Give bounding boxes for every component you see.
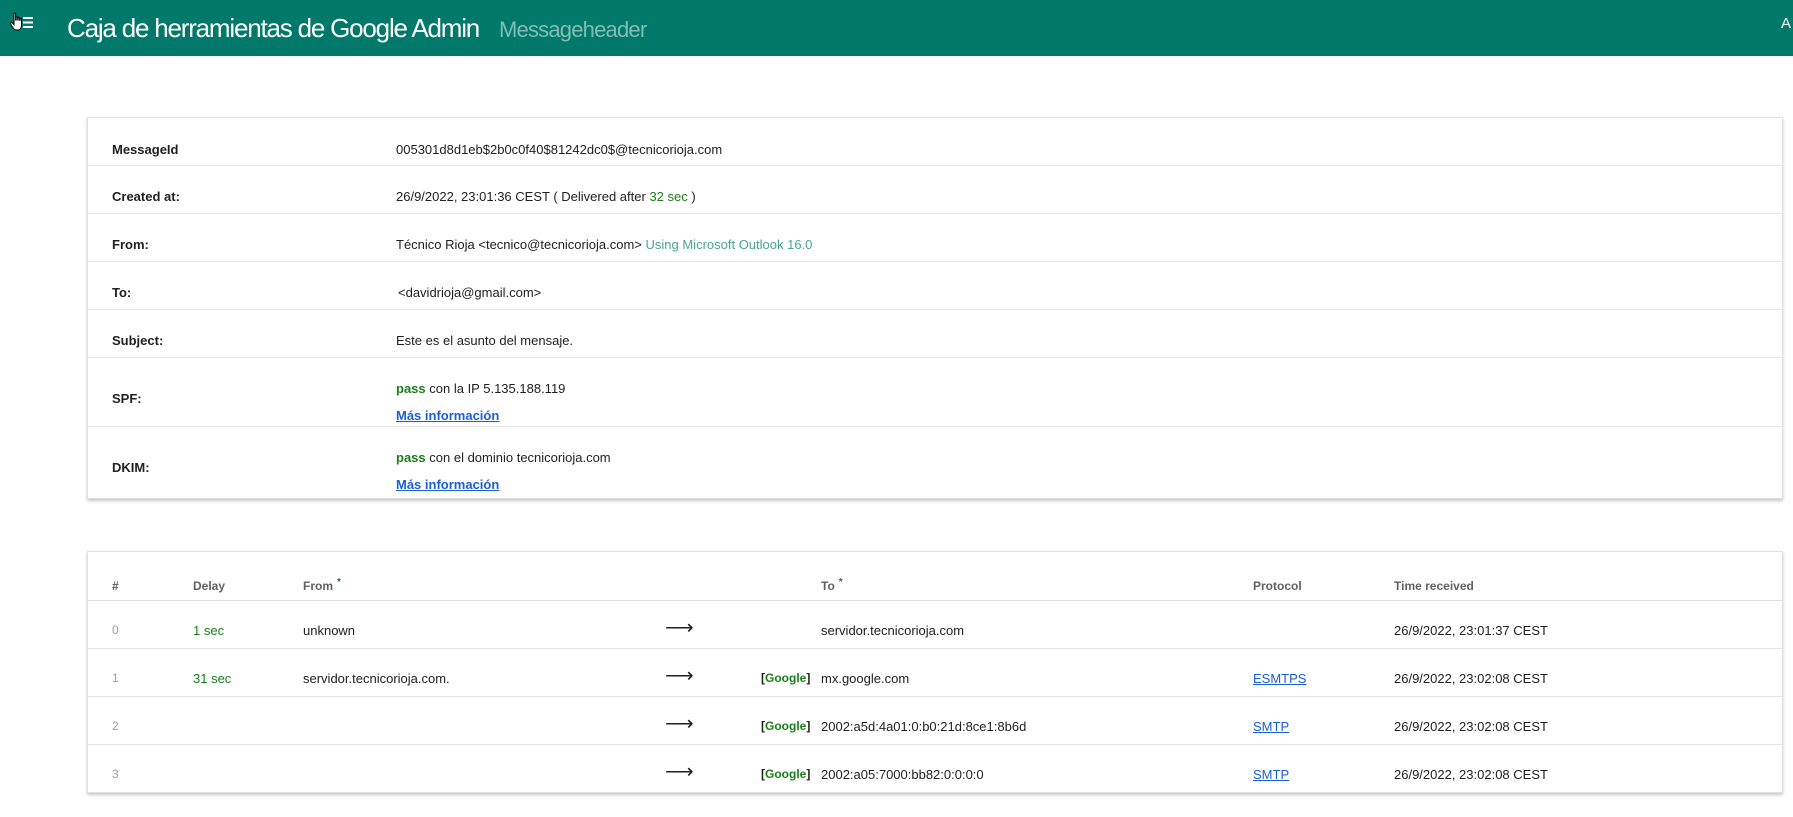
google-tag-label: Google [765, 767, 807, 781]
detail-row-dkim: DKIM: pass con el dominio tecnicorioja.c… [88, 427, 1782, 497]
dkim-result: pass [396, 450, 426, 465]
delivered-prefix: ( Delivered after [553, 189, 646, 204]
col-header-num: # [112, 579, 119, 593]
top-right-label[interactable]: A [1781, 15, 1791, 32]
top-app-bar: Caja de herramientas de Google Admin Mes… [0, 0, 1793, 56]
mail-client: Using Microsoft Outlook 16.0 [645, 237, 813, 252]
col-header-from-label: From [303, 579, 333, 593]
subject-value: Este es el asunto del mensaje. [396, 333, 574, 348]
created-at-value: 26/9/2022, 23:01:36 CEST ( Delivered aft… [396, 189, 696, 204]
to-value: <davidrioja@gmail.com> [398, 285, 542, 300]
table-row: 1 31 sec servidor.tecnicorioja.com. ⟶ [Googl… [88, 649, 1782, 697]
spf-detail: con la IP 5.135.188.119 [429, 381, 566, 396]
required-star: * [337, 577, 341, 588]
hamburger-menu-icon [9, 12, 33, 31]
required-star: * [838, 577, 843, 588]
hop-from: unknown [303, 623, 356, 638]
detail-row-spf: SPF: pass con la IP 5.135.188.119 Más in… [88, 358, 1782, 427]
hop-to: 2002:a5d:4a01:0:b0:21d:8ce1:8b6d [821, 719, 1027, 734]
hop-protocol-link[interactable]: SMTP [1253, 719, 1289, 734]
hop-time-received: 26/9/2022, 23:02:08 CEST [1394, 671, 1548, 686]
hop-protocol-link[interactable]: SMTP [1253, 767, 1289, 782]
col-header-from: From * [303, 577, 341, 593]
created-at-date: 26/9/2022, 23:01:36 CEST [396, 189, 550, 204]
hop-time-received: 26/9/2022, 23:02:08 CEST [1394, 767, 1548, 782]
from-label: From: [112, 237, 149, 252]
google-tag-close: ] [806, 671, 811, 685]
dkim-label: DKIM: [112, 460, 150, 475]
hop-to: mx.google.com [821, 671, 910, 686]
spf-label: SPF: [112, 391, 142, 406]
right-arrow-icon: ⟶ [665, 761, 694, 783]
google-tag: [Google] [761, 767, 810, 781]
delivered-time: 32 sec [649, 189, 688, 204]
hop-number: 2 [112, 719, 119, 733]
google-tag-label: Google [765, 719, 807, 733]
table-row: 0 1 sec unknown ⟶ servidor.tecnicorioja.com 2… [88, 601, 1782, 649]
hop-number: 0 [112, 623, 119, 637]
hop-number: 1 [112, 671, 119, 685]
app-title: Caja de herramientas de Google Admin [67, 13, 480, 43]
detail-row-subject: Subject: Este es el asunto del mensaje. [88, 310, 1782, 358]
spf-result: pass [396, 381, 426, 396]
hop-protocol-link[interactable]: ESMTPS [1253, 671, 1306, 686]
table-row: 2 ⟶ [Google] 2002:a5d:4a01:0:b0:21d:8ce1:8b… [88, 697, 1782, 745]
message-id-value: 005301d8d1eb$2b0c0f40$81242dc0$@tecnicor… [396, 142, 723, 157]
right-arrow-icon: ⟶ [665, 617, 694, 639]
subject-label: Subject: [112, 333, 164, 348]
right-arrow-icon: ⟶ [665, 713, 694, 735]
google-tag: [Google] [761, 719, 810, 733]
detail-row-to: To: <davidrioja@gmail.com> [88, 262, 1782, 310]
table-row: 3 ⟶ [Google] 2002:a05:7000:bb82:0:0:0:0 SMTP… [88, 745, 1782, 792]
delivered-suffix: ) [691, 189, 696, 204]
col-header-delay: Delay [193, 579, 226, 593]
hop-to: servidor.tecnicorioja.com [821, 623, 965, 638]
message-details-card: MessageId 005301d8d1eb$2b0c0f40$81242dc0… [87, 117, 1783, 499]
dkim-detail: con el dominio tecnicorioja.com [429, 450, 611, 465]
hop-delay: 31 sec [193, 671, 232, 686]
google-tag-close: ] [806, 719, 811, 733]
from-value: Técnico Rioja <tecnico@tecnicorioja.com>… [396, 237, 812, 252]
hop-from: servidor.tecnicorioja.com. [303, 671, 450, 686]
hop-number: 3 [112, 767, 119, 781]
hop-delay: 1 sec [193, 623, 225, 638]
detail-row-message-id: MessageId 005301d8d1eb$2b0c0f40$81242dc0… [88, 118, 1782, 166]
detail-row-from: From: Técnico Rioja <tecnico@tecnicorioj… [88, 214, 1782, 262]
dkim-value: pass con el dominio tecnicorioja.com [396, 450, 611, 465]
col-header-time-received: Time received [1394, 579, 1474, 593]
hops-table-card: # Delay From * To * Protocol Time received… [87, 551, 1783, 793]
hop-to: 2002:a05:7000:bb82:0:0:0:0 [821, 767, 984, 782]
dkim-more-info-link[interactable]: Más información [396, 477, 499, 492]
app-subtitle: Messageheader [499, 17, 647, 42]
created-at-label: Created at: [112, 189, 180, 204]
from-address: Técnico Rioja <tecnico@tecnicorioja.com> [396, 237, 642, 252]
col-header-to-label: To [821, 579, 835, 593]
message-id-label: MessageId [112, 142, 179, 157]
detail-row-created-at: Created at: 26/9/2022, 23:01:36 CEST ( D… [88, 166, 1782, 214]
hop-time-received: 26/9/2022, 23:01:37 CEST [1394, 623, 1548, 638]
menu-button[interactable] [4, 8, 38, 36]
spf-value: pass con la IP 5.135.188.119 [396, 381, 565, 396]
right-arrow-icon: ⟶ [665, 665, 694, 687]
google-tag-close: ] [806, 767, 811, 781]
col-header-to: To * [821, 577, 843, 593]
spf-more-info-link[interactable]: Más información [396, 408, 499, 423]
to-label: To: [112, 285, 132, 300]
google-tag: [Google] [761, 671, 810, 685]
col-header-protocol: Protocol [1253, 579, 1302, 593]
google-tag-label: Google [765, 671, 807, 685]
hop-time-received: 26/9/2022, 23:02:08 CEST [1394, 719, 1548, 734]
